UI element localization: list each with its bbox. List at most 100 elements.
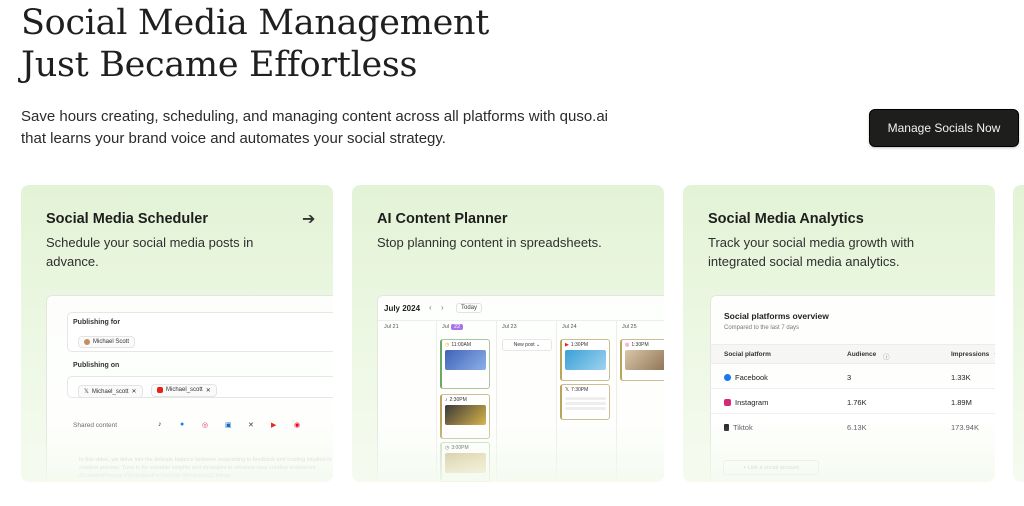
card-ai-content-planner[interactable]: AI Content Planner Stop planning content… bbox=[352, 185, 664, 482]
sort-icon[interactable]: ⇅ bbox=[994, 351, 995, 359]
link-social-account-button[interactable]: + Link a social account bbox=[723, 460, 819, 475]
card-next-partial[interactable] bbox=[1013, 185, 1024, 482]
linkedin-icon[interactable]: ▣ bbox=[225, 421, 232, 429]
tiktok-icon bbox=[724, 424, 729, 431]
analytics-subtitle: Compared to the last 7 days bbox=[724, 325, 800, 331]
placeholder-line bbox=[565, 397, 606, 400]
hero-title-line1: Social Media Management bbox=[21, 3, 490, 43]
post-card[interactable]: ◷ 11:00AM bbox=[440, 339, 490, 389]
day-label: Jul 21 bbox=[384, 324, 399, 330]
instagram-icon: ◎ bbox=[625, 342, 630, 348]
card-title: Social Media Scheduler bbox=[46, 211, 208, 227]
table-row[interactable]: Tiktok 6.13K 173.94K bbox=[711, 415, 995, 439]
post-time: 1:30PM bbox=[631, 342, 649, 348]
audience-cell: 1.76K bbox=[847, 398, 867, 407]
post-card[interactable]: 𝕏 7:30PM bbox=[560, 384, 610, 420]
impressions-cell: 1.89M bbox=[951, 398, 972, 407]
info-icon[interactable]: ⓘ bbox=[883, 351, 890, 361]
divider bbox=[378, 320, 664, 321]
chip-label: Michael_scott bbox=[91, 388, 129, 395]
x-icon: 𝕏 bbox=[84, 389, 89, 395]
clock-icon: ◷ bbox=[445, 445, 450, 451]
publishing-on-chips: 𝕏 Michael_scott ✕ Michael_scott ✕ bbox=[78, 380, 221, 398]
table-header: Social platform Audience ⓘ Impressions ⇅ bbox=[711, 344, 995, 364]
publishing-on-label: Publishing on bbox=[73, 362, 120, 369]
audience-cell: 6.13K bbox=[847, 423, 867, 432]
divider bbox=[436, 320, 437, 482]
post-card[interactable]: ◎ 1:30PM bbox=[620, 339, 664, 381]
chevron-left-icon[interactable]: ‹ bbox=[429, 303, 432, 312]
day-label: Jul 22 bbox=[442, 324, 464, 330]
divider bbox=[496, 320, 497, 482]
chip-label: Michael_scott bbox=[166, 387, 203, 393]
post-thumbnail bbox=[565, 350, 606, 370]
platform-name: Facebook bbox=[735, 373, 768, 382]
x-icon[interactable]: ✕ bbox=[248, 421, 254, 429]
instagram-icon[interactable]: ◎ bbox=[202, 421, 208, 429]
card-description: Track your social media growth with inte… bbox=[708, 235, 915, 269]
day-label: Jul 24 bbox=[562, 324, 577, 330]
post-card[interactable]: ▶ 1:30PM bbox=[560, 339, 610, 381]
post-time: 1:30PM bbox=[570, 342, 589, 348]
youtube-icon: ▶ bbox=[565, 342, 569, 348]
post-time: 7:30PM bbox=[571, 387, 589, 393]
publishing-for-label: Publishing for bbox=[73, 319, 121, 326]
shared-content-label: Shared content bbox=[73, 422, 118, 429]
post-time: 11:00AM bbox=[451, 342, 472, 348]
hero-subtitle-line2: that learns your brand voice and automat… bbox=[21, 130, 446, 147]
card-description: Schedule your social media posts in adva… bbox=[46, 235, 254, 269]
pinterest-icon[interactable]: ◉ bbox=[294, 421, 300, 429]
avatar bbox=[84, 339, 90, 345]
table-row[interactable]: Instagram 1.76K 1.89M bbox=[711, 390, 995, 414]
table-row[interactable]: Facebook 3 1.33K bbox=[711, 365, 995, 389]
manage-socials-button[interactable]: Manage Socials Now bbox=[869, 109, 1019, 147]
x-account-chip[interactable]: 𝕏 Michael_scott ✕ bbox=[78, 385, 143, 398]
platform-name: Tiktok bbox=[733, 423, 753, 432]
remove-icon[interactable]: ✕ bbox=[132, 388, 137, 395]
calendar-month: July 2024 bbox=[384, 304, 421, 313]
arrow-right-icon[interactable]: ➔ bbox=[302, 209, 315, 229]
hero-title: Social Media Management Just Became Effo… bbox=[21, 2, 489, 86]
analytics-title: Social platforms overview bbox=[724, 311, 829, 321]
hero-subtitle-line1: Save hours creating, scheduling, and man… bbox=[21, 108, 608, 125]
platform-cell: Instagram bbox=[724, 398, 768, 407]
caption-text: In this video, we delve into the delicat… bbox=[79, 457, 333, 479]
column-header-audience[interactable]: Audience bbox=[847, 351, 876, 358]
post-thumbnail bbox=[445, 453, 486, 473]
column-header-impressions[interactable]: Impressions bbox=[951, 351, 989, 358]
divider bbox=[616, 320, 617, 482]
day-label: Jul 23 bbox=[502, 324, 517, 330]
today-button[interactable]: Today bbox=[456, 303, 483, 313]
post-time: 2:30PM bbox=[449, 397, 467, 403]
calendar-preview: July 2024 ‹ › Today Jul 21 Jul 22 Jul 23 … bbox=[377, 295, 664, 482]
card-social-media-scheduler[interactable]: Social Media Scheduler ➔ Schedule your s… bbox=[21, 185, 333, 482]
card-title: AI Content Planner bbox=[377, 211, 508, 227]
platform-name: Instagram bbox=[735, 398, 769, 407]
post-thumbnail bbox=[445, 350, 486, 370]
column-header-platform[interactable]: Social platform bbox=[724, 351, 771, 358]
facebook-icon bbox=[724, 374, 731, 381]
remove-icon[interactable]: ✕ bbox=[206, 387, 211, 394]
youtube-account-chip[interactable]: Michael_scott ✕ bbox=[151, 383, 217, 397]
scheduler-preview: Publishing for Michael Scott Publishing … bbox=[46, 295, 333, 482]
account-chip[interactable]: Michael Scott bbox=[78, 332, 139, 350]
chevron-right-icon[interactable]: › bbox=[441, 303, 444, 312]
tiktok-icon: ♪ bbox=[445, 397, 448, 403]
platform-cell: Facebook bbox=[724, 373, 768, 382]
post-thumbnail bbox=[625, 350, 664, 370]
card-title: Social Media Analytics bbox=[708, 211, 864, 227]
card-description: Stop planning content in spreadsheets. bbox=[377, 235, 602, 250]
day-label: Jul 25 bbox=[622, 324, 637, 330]
placeholder-line bbox=[565, 407, 606, 410]
post-card[interactable]: ♪ 2:30PM bbox=[440, 394, 490, 439]
facebook-icon[interactable]: ● bbox=[180, 421, 184, 428]
placeholder-line bbox=[565, 402, 606, 405]
new-post-button[interactable]: New post ⌄ bbox=[502, 339, 552, 351]
card-social-media-analytics[interactable]: Social Media Analytics Track your social… bbox=[683, 185, 995, 482]
clock-icon: ◷ bbox=[445, 342, 450, 348]
current-day-badge: 22 bbox=[451, 324, 464, 330]
tiktok-icon[interactable]: ♪ bbox=[158, 421, 162, 428]
youtube-icon[interactable]: ▶ bbox=[271, 421, 276, 429]
post-card[interactable]: ◷ 3:00PM bbox=[440, 442, 490, 482]
post-thumbnail bbox=[445, 405, 486, 425]
